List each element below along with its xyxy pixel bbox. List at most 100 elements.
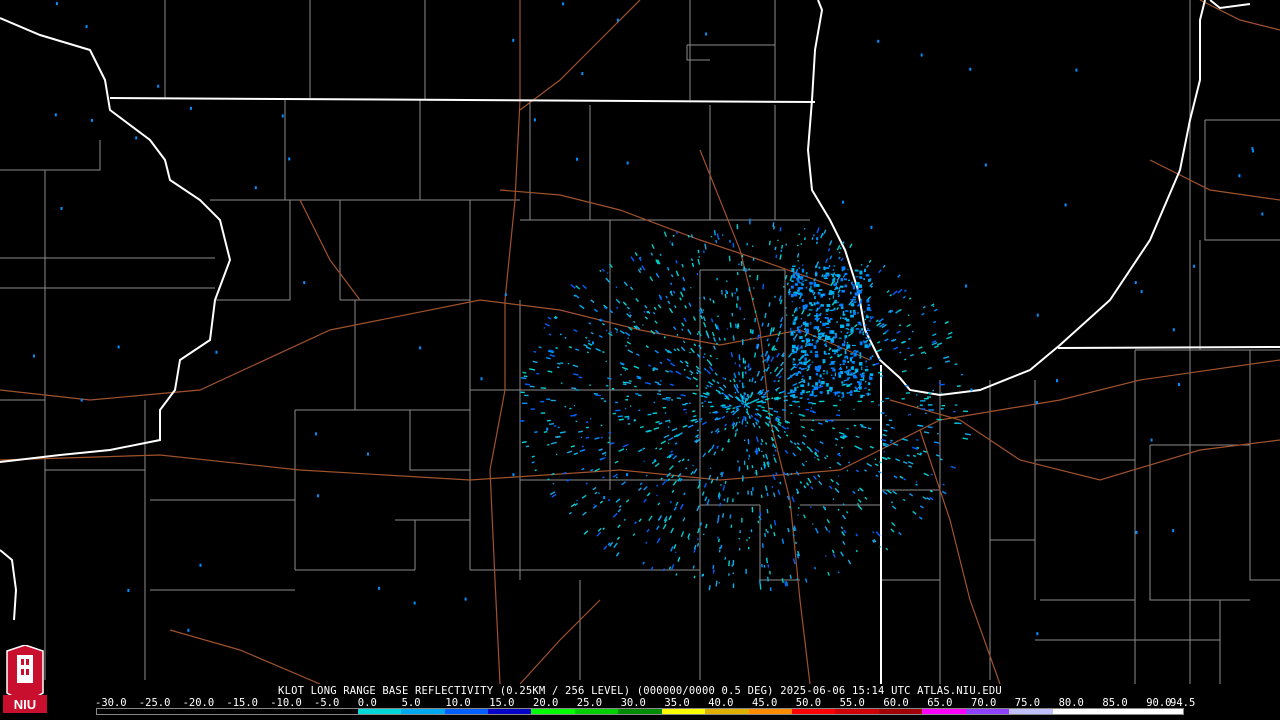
echo-mark	[855, 276, 859, 278]
echo-mark	[845, 335, 847, 338]
echo-mark	[800, 368, 805, 371]
echo-mark	[768, 420, 771, 424]
colorbar-segment	[922, 709, 966, 714]
echo-mark	[755, 469, 758, 476]
echo-mark	[547, 443, 550, 446]
echo-mark	[665, 396, 671, 399]
echo-mark	[820, 380, 825, 385]
echo-mark	[817, 335, 821, 339]
echo-mark	[1036, 313, 1039, 317]
echo-mark	[850, 314, 854, 318]
echo-mark	[32, 354, 35, 358]
echo-mark	[1075, 68, 1078, 72]
echo-mark	[803, 361, 807, 366]
echo-mark	[732, 407, 736, 410]
echo-mark	[645, 474, 648, 477]
echo-mark	[824, 336, 829, 341]
echo-mark	[846, 370, 848, 375]
echo-mark	[829, 330, 831, 335]
echo-mark	[793, 293, 798, 297]
echo-mark	[645, 541, 648, 544]
echo-mark	[858, 321, 861, 325]
echo-mark	[689, 351, 692, 354]
echo-mark	[744, 397, 747, 404]
echo-mark	[607, 441, 611, 444]
echo-mark	[797, 329, 801, 333]
echo-mark	[799, 336, 803, 340]
echo-mark	[1035, 401, 1038, 405]
echo-mark	[723, 337, 726, 341]
echo-mark	[818, 313, 822, 317]
echo-mark	[825, 342, 827, 346]
echo-mark	[804, 279, 808, 281]
echo-mark	[814, 296, 816, 300]
echo-mark	[879, 461, 882, 464]
echo-mark	[841, 269, 844, 272]
echo-mark	[643, 460, 646, 463]
echo-mark	[833, 283, 837, 287]
echo-mark	[803, 379, 806, 383]
echo-mark	[633, 385, 637, 388]
echo-mark	[859, 362, 863, 366]
echo-mark	[813, 282, 817, 286]
echo-mark	[805, 272, 808, 275]
echo-mark	[709, 467, 712, 470]
echo-mark	[768, 240, 771, 246]
echo-mark	[699, 394, 704, 398]
colorbar-segment	[227, 709, 271, 714]
echo-mark	[856, 381, 860, 384]
echo-mark	[833, 353, 836, 355]
echo-mark	[690, 258, 693, 262]
echo-mark	[859, 300, 862, 304]
echo-mark	[531, 455, 535, 458]
echo-mark	[766, 350, 769, 354]
echo-mark	[855, 549, 858, 553]
echo-mark	[825, 420, 829, 423]
echo-mark	[840, 303, 844, 307]
echo-mark	[833, 349, 838, 353]
echo-mark	[827, 352, 831, 355]
echo-mark	[814, 386, 819, 390]
echo-mark	[821, 332, 825, 337]
echo-mark	[722, 376, 725, 379]
echo-mark	[760, 442, 763, 446]
echo-mark	[792, 358, 796, 361]
echo-mark	[830, 291, 835, 295]
echo-mark	[872, 531, 875, 534]
echo-mark	[641, 324, 644, 326]
echo-mark	[529, 385, 535, 388]
echo-mark	[790, 374, 793, 378]
echo-mark	[856, 502, 859, 505]
echo-mark	[721, 513, 725, 518]
colorbar-segment	[661, 709, 706, 714]
echo-mark	[954, 363, 958, 366]
echo-mark	[837, 293, 840, 296]
echo-mark	[847, 461, 851, 464]
echo-mark	[818, 266, 821, 269]
echo-mark	[827, 391, 830, 395]
echo-mark	[904, 358, 907, 361]
echo-mark	[849, 394, 853, 396]
echo-mark	[540, 387, 547, 390]
echo-mark	[117, 345, 120, 349]
echo-mark	[804, 367, 807, 369]
echo-mark	[781, 244, 784, 249]
echo-mark	[869, 393, 871, 395]
echo-mark	[413, 601, 416, 605]
echo-mark	[741, 419, 744, 425]
echo-mark	[856, 289, 860, 293]
echo-mark	[826, 383, 829, 387]
echo-mark	[859, 356, 862, 359]
echo-mark	[823, 350, 826, 354]
echo-mark	[806, 354, 809, 356]
echo-mark	[791, 344, 796, 349]
echo-mark	[745, 408, 748, 411]
echo-mark	[729, 379, 732, 383]
echo-mark	[850, 328, 854, 333]
echo-mark	[811, 339, 814, 341]
echo-mark	[862, 333, 865, 336]
colorbar-segment	[574, 709, 619, 714]
echo-mark	[813, 394, 818, 397]
echo-mark	[841, 343, 846, 347]
echo-mark	[667, 426, 670, 429]
